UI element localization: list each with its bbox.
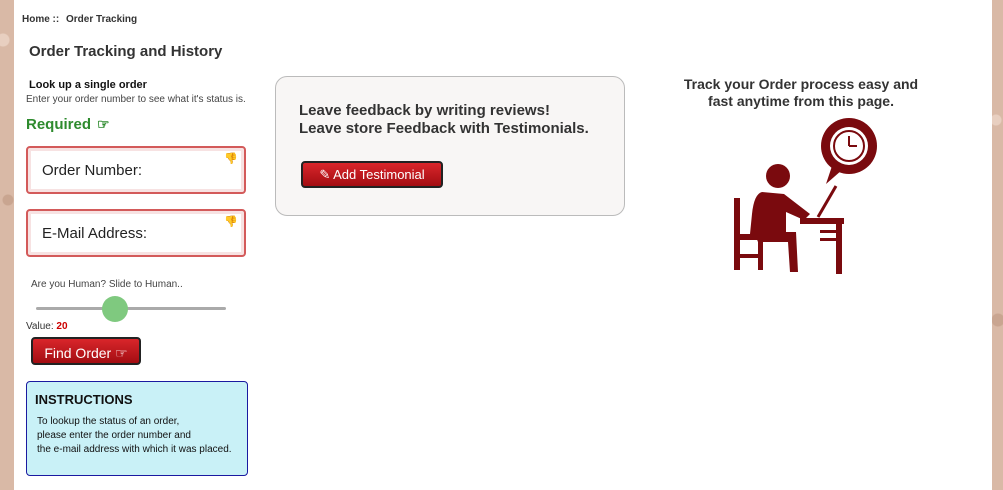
instructions-line: please enter the order number and bbox=[37, 430, 191, 441]
breadcrumb-current[interactable]: Order Tracking bbox=[66, 14, 137, 25]
order-number-label: Order Number: bbox=[42, 162, 143, 179]
human-prompt: Are you Human? Slide to Human.. bbox=[31, 279, 183, 290]
main-page: Home :: Order Tracking Order Tracking an… bbox=[14, 0, 992, 490]
instructions-title: INSTRUCTIONS bbox=[35, 392, 133, 407]
order-number-field[interactable]: Order Number: 👎 bbox=[26, 146, 246, 194]
lookup-description: Enter your order number to see what it's… bbox=[26, 94, 246, 105]
required-label: Required ☞ bbox=[26, 116, 110, 133]
find-order-button[interactable]: Find Order ☞ bbox=[31, 337, 141, 365]
lookup-title: Look up a single order bbox=[29, 79, 147, 91]
tracking-text: Track your Order process easy and fast a… bbox=[666, 76, 936, 110]
email-label: E-Mail Address: bbox=[42, 225, 148, 242]
person-at-desk-icon bbox=[734, 118, 877, 274]
slider-value: Value: 20 bbox=[26, 321, 68, 332]
hand-pointing-icon: ☞ bbox=[115, 345, 128, 361]
thumbs-down-icon: 👎 bbox=[224, 153, 238, 165]
edit-icon: ✎ bbox=[319, 167, 331, 182]
breadcrumb: Home :: Order Tracking bbox=[22, 14, 141, 25]
tracking-line-1: Track your Order process easy and bbox=[683, 76, 919, 92]
email-field[interactable]: E-Mail Address: 👎 bbox=[26, 209, 246, 257]
breadcrumb-home[interactable]: Home :: bbox=[22, 14, 59, 25]
instructions-line: the e-mail address with which it was pla… bbox=[37, 444, 232, 455]
slider-value-number: 20 bbox=[56, 321, 68, 332]
instructions-box: INSTRUCTIONS To lookup the status of an … bbox=[26, 381, 248, 476]
tracking-line-2: fast anytime from this page. bbox=[708, 93, 894, 109]
feedback-line-2: Leave store Feedback with Testimonials. bbox=[299, 120, 589, 137]
feedback-line-1: Leave feedback by writing reviews! bbox=[299, 102, 550, 119]
human-slider-track[interactable] bbox=[36, 307, 226, 310]
add-testimonial-button[interactable]: ✎ Add Testimonial bbox=[301, 161, 443, 188]
page-title: Order Tracking and History bbox=[29, 43, 223, 60]
feedback-box: Leave feedback by writing reviews! Leave… bbox=[275, 76, 625, 216]
hand-pointing-icon: ☞ bbox=[97, 116, 110, 132]
human-slider-knob[interactable] bbox=[102, 296, 128, 322]
instructions-line: To lookup the status of an order, bbox=[37, 416, 180, 427]
thumbs-down-icon: 👎 bbox=[224, 216, 238, 228]
